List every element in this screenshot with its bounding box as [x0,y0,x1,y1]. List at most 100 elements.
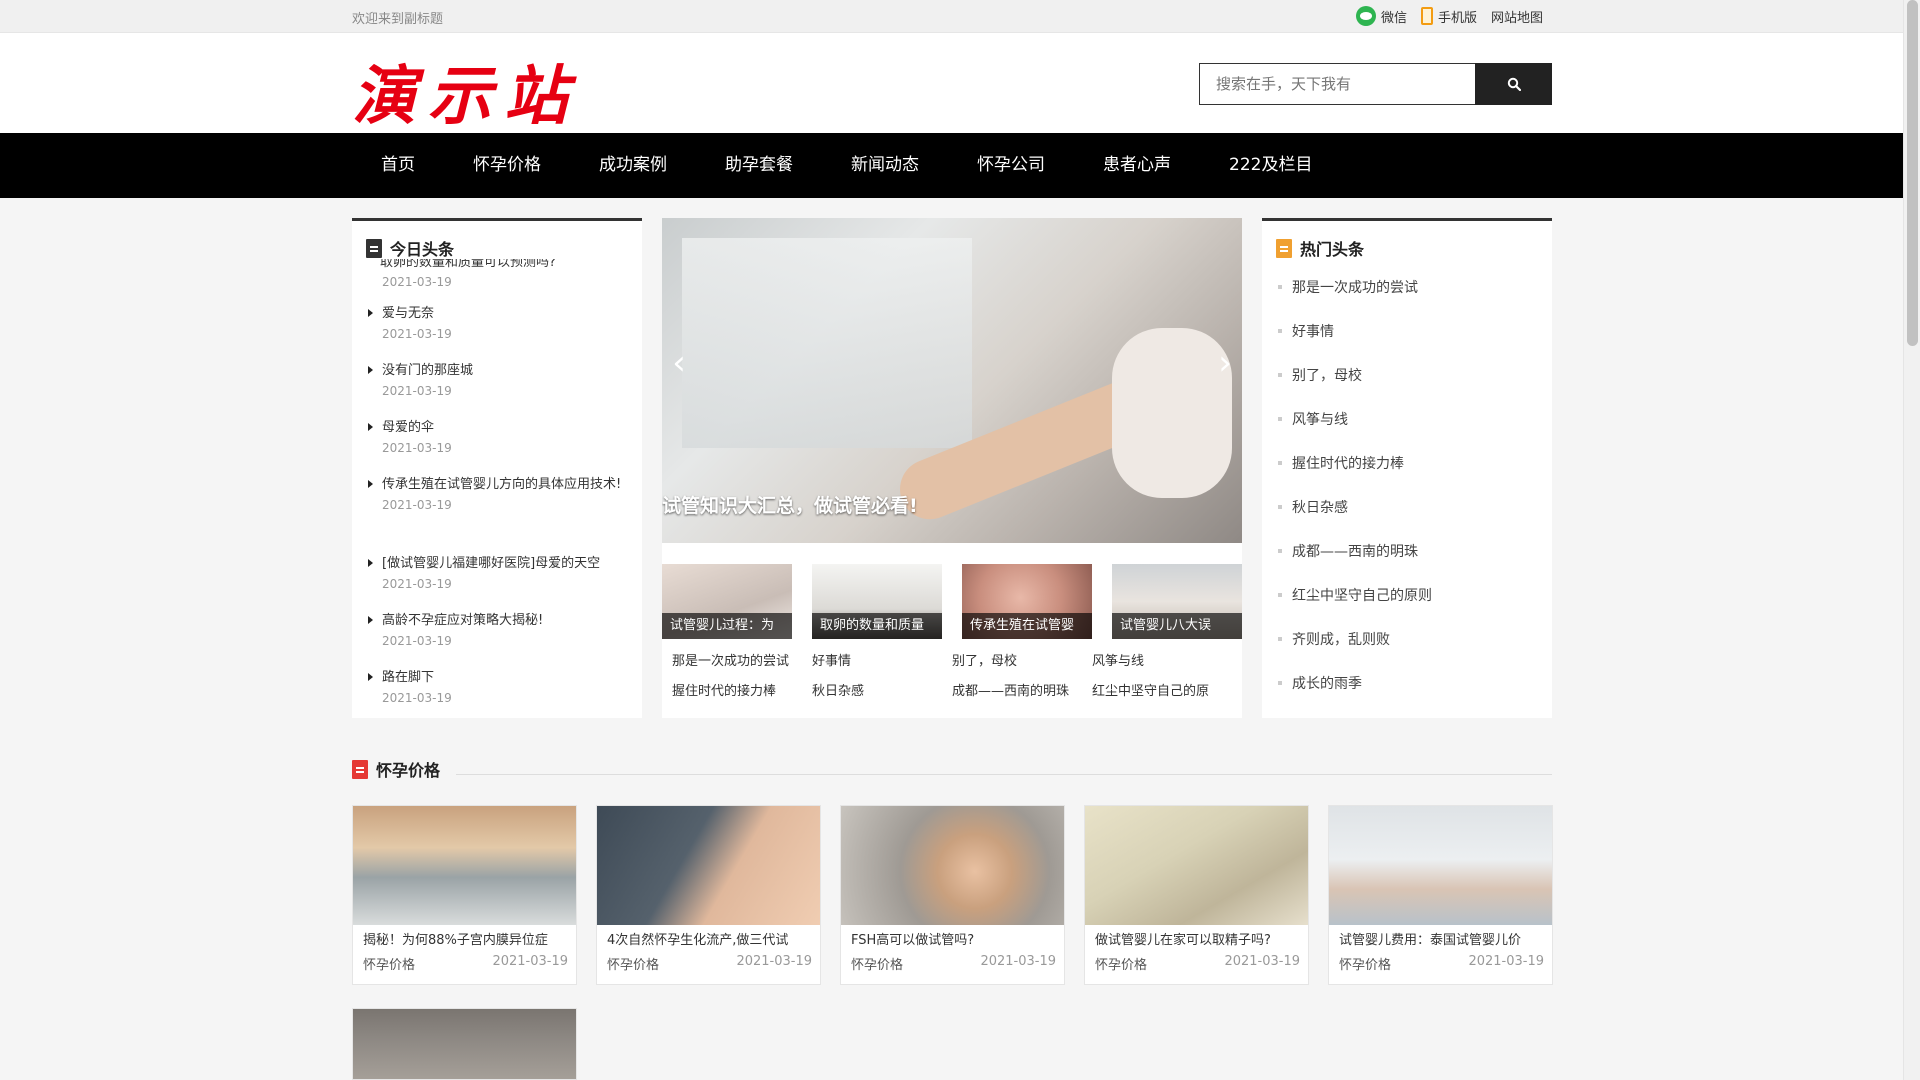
slider-link[interactable]: 握住时代的接力棒 [672,680,776,699]
wechat-label: 微信 [1380,10,1407,26]
welcome-text: 欢迎来到副标题 [352,12,444,27]
today-news-list: 取卵的数量和质量可以预测吗? 2021-03-19 爱与无奈 2021-03-1… [366,259,632,719]
article-category[interactable]: 怀孕价格 [1095,954,1147,973]
article-date: 2021-03-19 [1224,954,1300,969]
thumbnail-card[interactable]: 取卵的数量和质量 [812,564,942,639]
document-icon [366,238,382,258]
thumbnail-caption: 取卵的数量和质量 [812,613,942,639]
document-icon [352,759,368,779]
hot-list-item[interactable]: 那是一次成功的尝试 [1276,277,1536,297]
slider-link[interactable]: 风筝与线 [1092,650,1144,669]
search-box [1199,63,1552,105]
article-title[interactable]: 揭秘！为何88%子宫内膜异位症 [363,929,568,948]
article-title[interactable]: FSH高可以做试管吗? [851,929,1056,948]
hot-title-text: 热门头条 [1300,240,1365,259]
thumbnail-caption: 传承生殖在试管婴 [962,613,1092,639]
hot-list-item[interactable]: 红尘中坚守自己的原则 [1276,585,1536,605]
article-title[interactable]: 试管婴儿费用：泰国试管婴儿价 [1339,929,1544,948]
hot-headlines-panel: 热门头条 那是一次成功的尝试 好事情 别了，母校 风筝与线 握住时代的接力棒 秋… [1262,218,1552,718]
article-image [597,806,820,925]
hot-list-item[interactable]: 秋日杂感 [1276,497,1536,517]
article-category[interactable]: 怀孕价格 [607,954,659,973]
hot-list-item[interactable]: 别了，母校 [1276,365,1536,385]
hot-list-item[interactable]: 风筝与线 [1276,409,1536,429]
news-link[interactable]: 路在脚下 [366,667,632,688]
slider-link[interactable]: 秋日杂感 [812,680,864,699]
news-date: 2021-03-19 [382,691,452,705]
nav-item-company[interactable]: 怀孕公司 [948,133,1074,198]
article-category[interactable]: 怀孕价格 [363,954,415,973]
news-date: 2021-03-19 [382,577,452,591]
hot-list-item[interactable]: 齐则成，乱则败 [1276,629,1536,649]
news-link[interactable]: 母爱的伞 [366,417,632,438]
today-title-text: 今日头条 [390,240,455,259]
nav-item-testimonials[interactable]: 患者心声 [1074,133,1200,198]
slider-link[interactable]: 好事情 [812,650,851,669]
article-card[interactable]: FSH高可以做试管吗? 怀孕价格 2021-03-19 [840,805,1065,985]
article-card[interactable]: 揭秘！为何88%子宫内膜异位症 怀孕价格 2021-03-19 [352,805,577,985]
slider-link[interactable]: 那是一次成功的尝试 [672,650,789,669]
nav-item-price[interactable]: 怀孕价格 [444,133,570,198]
search-button[interactable] [1475,63,1552,105]
chevron-left-icon[interactable]: ‹ [668,346,690,380]
article-title[interactable]: 4次自然怀孕生化流产,做三代试 [607,929,812,948]
hot-list-item[interactable]: 好事情 [1276,321,1536,341]
news-link[interactable]: [做试管婴儿福建哪好医院]母爱的天空 [366,553,632,574]
news-date: 2021-03-19 [382,275,452,289]
article-category[interactable]: 怀孕价格 [1339,954,1391,973]
search-input[interactable] [1199,63,1475,105]
thumbnail-caption: 试管婴儿八大误 [1112,613,1242,639]
slide-caption[interactable]: 试管知识大汇总，做试管必看! [662,491,918,518]
slider-link[interactable]: 成都——西南的明珠 [952,680,1069,699]
sitemap-link[interactable]: 网站地图 [1491,6,1543,26]
sitemap-label: 网站地图 [1490,10,1543,26]
news-link[interactable]: 传承生殖在试管婴儿方向的具体应用技术! [366,474,632,495]
main-nav: 首页 怀孕价格 成功案例 助孕套餐 新闻动态 怀孕公司 患者心声 222及栏目 [0,133,1903,198]
nav-item-packages[interactable]: 助孕套餐 [696,133,822,198]
slider-link[interactable]: 红尘中坚守自己的原 [1092,680,1209,699]
wechat-link[interactable]: 微信 [1355,6,1407,26]
list-item-partial[interactable]: 取卵的数量和质量可以预测吗? [366,259,556,270]
article-card[interactable]: 做试管婴儿在家可以取精子吗? 怀孕价格 2021-03-19 [1084,805,1309,985]
hot-list-item[interactable]: 成都——西南的明珠 [1276,541,1536,561]
page-scrollbar[interactable] [1903,0,1920,1080]
slider-link[interactable]: 别了，母校 [952,650,1017,669]
list-item: 没有门的那座城 2021-03-19 [366,360,632,398]
section-title-text[interactable]: 怀孕价格 [376,757,440,781]
phone-icon [1420,7,1433,25]
site-header: 演示站 [0,33,1903,134]
article-card[interactable]: 试管婴儿费用：泰国试管婴儿价 怀孕价格 2021-03-19 [1328,805,1553,985]
today-headlines-title: 今日头条 [366,236,454,260]
news-date: 2021-03-19 [382,634,452,648]
chevron-right-icon[interactable]: › [1214,346,1236,380]
article-title[interactable]: 做试管婴儿在家可以取精子吗? [1095,929,1300,948]
hot-list-item[interactable]: 成长的雨季 [1276,673,1536,693]
news-link[interactable]: 高龄不孕症应对策略大揭秘! [366,610,632,631]
thumbnail-card[interactable]: 试管婴儿过程：为 [662,564,792,639]
article-category[interactable]: 怀孕价格 [851,954,903,973]
slide-image[interactable]: 试管知识大汇总，做试管必看! ‹ › [662,218,1242,543]
scrollbar-thumb[interactable] [1907,0,1918,346]
section-divider [456,774,1552,775]
article-card[interactable]: 4次自然怀孕生化流产,做三代试 怀孕价格 2021-03-19 [596,805,821,985]
news-link[interactable]: 没有门的那座城 [366,360,632,381]
document-icon [1276,238,1292,258]
article-image [353,806,576,925]
mobile-link[interactable]: 手机版 [1420,6,1477,26]
news-link[interactable]: 爱与无奈 [366,303,632,324]
nav-item-cases[interactable]: 成功案例 [570,133,696,198]
hot-list-item[interactable]: 握住时代的接力棒 [1276,453,1536,473]
article-card-partial[interactable] [352,1008,577,1080]
nav-item-222[interactable]: 222及栏目 [1200,133,1341,198]
thumbnail-card[interactable]: 传承生殖在试管婴 [962,564,1092,639]
site-logo[interactable]: 演示站 [352,45,580,137]
nav-item-home[interactable]: 首页 [352,133,444,198]
list-item: 高龄不孕症应对策略大揭秘! 2021-03-19 [366,610,632,648]
news-date: 2021-03-19 [382,384,452,398]
mobile-label: 手机版 [1437,10,1477,26]
nav-item-news[interactable]: 新闻动态 [822,133,948,198]
thumbnail-card[interactable]: 试管婴儿八大误 [1112,564,1242,639]
top-links: 微信 手机版 网站地图 [1355,6,1543,26]
article-image [1329,806,1552,925]
list-item: 路在脚下 2021-03-19 [366,667,632,705]
